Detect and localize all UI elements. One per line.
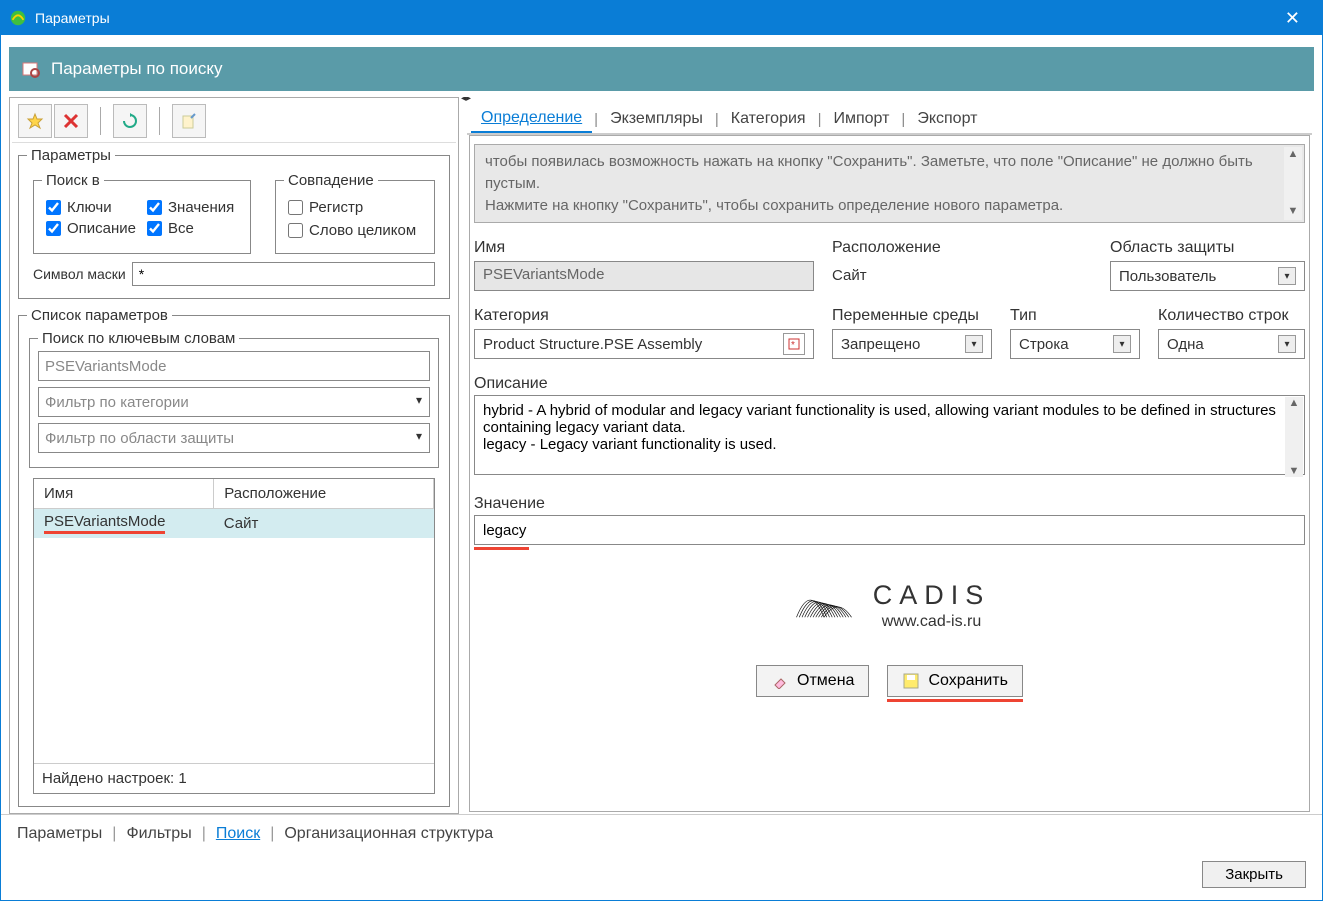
search-params-icon [21, 59, 41, 79]
match-fieldset: Совпадение Регистр Слово целиком [275, 172, 435, 254]
tab-definition[interactable]: Определение [471, 105, 592, 133]
cancel-button[interactable]: Отмена [756, 665, 869, 697]
chevron-down-icon: ▾ [1278, 267, 1296, 285]
found-count: Найдено настроек: 1 [34, 763, 434, 793]
category-pick-icon[interactable]: * [783, 333, 805, 355]
cell-name: PSEVariantsMode [44, 513, 165, 534]
match-legend: Совпадение [284, 172, 378, 189]
new-button[interactable] [18, 104, 52, 138]
type-label: Тип [1010, 307, 1140, 325]
env-select[interactable]: Запрещено▾ [832, 329, 992, 359]
app-icon [9, 9, 27, 27]
window-title: Параметры [35, 10, 110, 26]
window-close-button[interactable]: ✕ [1271, 4, 1314, 33]
keyword-input[interactable] [38, 351, 430, 381]
params-list-fieldset: Список параметров Поиск по ключевым слов… [18, 307, 450, 807]
titlebar: Параметры ✕ [1, 1, 1322, 35]
category-filter-select[interactable] [38, 387, 430, 417]
checkbox-whole-word[interactable]: Слово целиком [288, 222, 422, 239]
mask-label: Символ маски [33, 266, 126, 282]
logo-url: www.cad-is.ru [873, 613, 991, 631]
save-button[interactable]: Сохранить [887, 665, 1023, 697]
checkbox-description[interactable]: Описание [46, 220, 137, 237]
checkbox-keys[interactable]: Ключи [46, 199, 137, 216]
protection-label: Область защиты [1110, 239, 1305, 257]
keyword-legend: Поиск по ключевым словам [38, 330, 239, 347]
left-toolbar [12, 100, 456, 143]
checkbox-all[interactable]: Все [147, 220, 238, 237]
type-select[interactable]: Строка▾ [1010, 329, 1140, 359]
eraser-icon [771, 672, 789, 690]
keyword-fieldset: Поиск по ключевым словам [29, 330, 439, 468]
save-icon [902, 672, 920, 690]
footer: Закрыть [1, 853, 1322, 900]
category-label: Категория [474, 307, 814, 325]
checkbox-values[interactable]: Значения [147, 199, 238, 216]
env-label: Переменные среды [832, 307, 992, 325]
params-table: Имя Расположение PSEVariantsMode Сайт На… [33, 478, 435, 794]
value-underline [474, 547, 529, 550]
bottom-tab-org[interactable]: Организационная структура [278, 823, 499, 845]
search-in-fieldset: Поиск в Ключи Значения Описание Все [33, 172, 251, 254]
params-fieldset: Параметры Поиск в Ключи Значения Описани… [18, 147, 450, 299]
description-textarea[interactable] [474, 395, 1305, 475]
left-panel: Параметры Поиск в Ключи Значения Описани… [9, 97, 459, 814]
bottom-tabs: Параметры| Фильтры| Поиск| Организационн… [1, 814, 1322, 853]
col-name[interactable]: Имя [34, 479, 214, 509]
protection-select[interactable]: Пользователь▾ [1110, 261, 1305, 291]
value-label: Значение [474, 495, 1305, 513]
mask-input[interactable] [132, 262, 435, 286]
subheader-title: Параметры по поиску [51, 59, 223, 79]
tab-instances[interactable]: Экземпляры [600, 106, 713, 132]
location-label: Расположение [832, 239, 1092, 257]
export-button[interactable] [172, 104, 206, 138]
tab-import[interactable]: Импорт [823, 106, 899, 132]
info-scrollbar[interactable]: ▲▼ [1284, 147, 1302, 220]
tab-export[interactable]: Экспорт [907, 106, 987, 132]
lines-label: Количество строк [1158, 307, 1305, 325]
svg-text:*: * [791, 340, 795, 350]
right-panel: ◂▸ Определение| Экземпляры| Категория| И… [465, 97, 1314, 814]
bottom-tab-search[interactable]: Поиск [210, 823, 266, 845]
description-label: Описание [474, 375, 1305, 393]
location-value: Сайт [832, 261, 1092, 284]
params-list-legend: Список параметров [27, 307, 172, 324]
category-select[interactable]: Product Structure.PSE Assembly* [474, 329, 814, 359]
lines-select[interactable]: Одна▾ [1158, 329, 1305, 359]
chevron-down-icon: ▾ [965, 335, 983, 353]
detail-tabs: Определение| Экземпляры| Категория| Импо… [467, 99, 1312, 135]
close-button[interactable]: Закрыть [1202, 861, 1306, 888]
save-underline [887, 699, 1023, 702]
subheader: Параметры по поиску [9, 47, 1314, 91]
tab-category[interactable]: Категория [721, 106, 816, 132]
info-box: чтобы появилась возможность нажать на кн… [474, 144, 1305, 223]
desc-scrollbar[interactable]: ▲▼ [1285, 397, 1303, 477]
chevron-down-icon: ▾ [1278, 335, 1296, 353]
search-in-legend: Поиск в [42, 172, 104, 189]
table-row[interactable]: PSEVariantsMode Сайт [34, 509, 434, 539]
refresh-button[interactable] [113, 104, 147, 138]
protection-filter-select[interactable] [38, 423, 430, 453]
bottom-tab-params[interactable]: Параметры [11, 823, 108, 845]
name-field: PSEVariantsMode [474, 261, 814, 291]
splitter-handle[interactable]: ◂▸ [461, 97, 471, 105]
cadis-logo-icon [789, 576, 859, 635]
params-legend: Параметры [27, 147, 115, 164]
logo-block: CADIS www.cad-is.ru [470, 576, 1309, 635]
checkbox-case[interactable]: Регистр [288, 199, 422, 216]
bottom-tab-filters[interactable]: Фильтры [120, 823, 197, 845]
value-input[interactable] [474, 515, 1305, 545]
col-location[interactable]: Расположение [214, 479, 434, 509]
cell-location: Сайт [214, 509, 434, 539]
delete-button[interactable] [54, 104, 88, 138]
logo-text: CADIS [873, 580, 991, 611]
chevron-down-icon: ▾ [1113, 335, 1131, 353]
name-label: Имя [474, 239, 814, 257]
